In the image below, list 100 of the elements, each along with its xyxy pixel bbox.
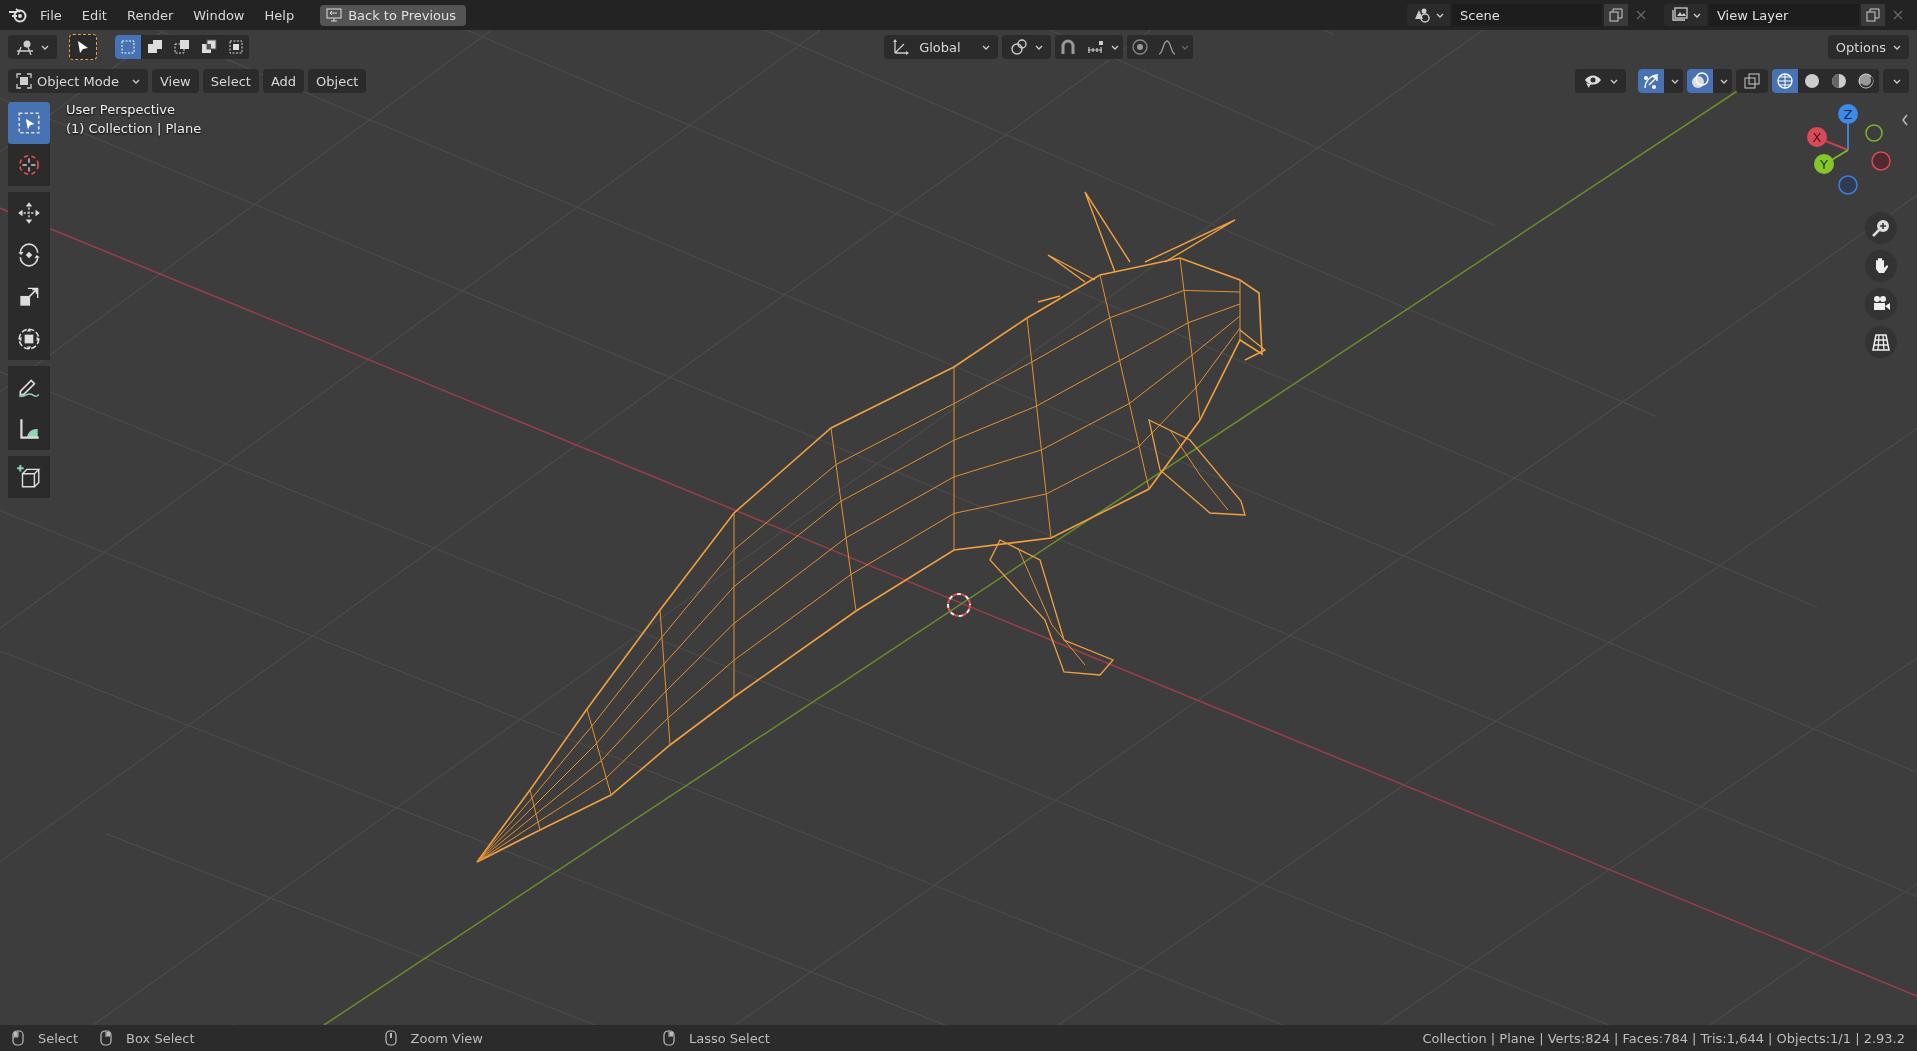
shading-mode-button[interactable] (1772, 69, 1798, 93)
select-box-icon (16, 110, 42, 136)
axis-handle[interactable] (1807, 127, 1849, 151)
chevron-icon (1720, 78, 1728, 84)
copy-button[interactable] (1861, 4, 1885, 26)
copy-icon (1609, 8, 1623, 22)
axes-icon (892, 38, 911, 56)
add-cube-icon (16, 464, 42, 490)
mouse-icon (384, 1030, 397, 1046)
scene-field[interactable]: Scene (1452, 4, 1602, 26)
menu-item[interactable]: File (32, 3, 70, 27)
axis-handle[interactable] (1838, 104, 1858, 151)
menu-item[interactable]: Help (256, 3, 303, 27)
axis-handle[interactable] (1865, 124, 1883, 142)
axis-label: X (1812, 130, 1822, 145)
tool-button[interactable] (8, 456, 50, 498)
x-ray-toggle[interactable] (1736, 69, 1768, 93)
falloff-curve-icon (1157, 38, 1176, 56)
mouse-icon (12, 1030, 24, 1046)
zoom-icon (1871, 218, 1891, 238)
mouse-icon (663, 1030, 675, 1046)
gizmo-icon (1642, 72, 1660, 90)
view-name: User Perspective (66, 102, 177, 117)
axis-handle[interactable] (1814, 149, 1849, 174)
view-layer-selector-button[interactable] (1664, 4, 1707, 26)
snap-target-icon (1085, 38, 1104, 56)
proportional-editing-icon (1130, 38, 1149, 56)
axis-label: Y (1820, 157, 1828, 172)
chevron-icon (1693, 12, 1701, 18)
shading-icon (1857, 72, 1875, 90)
editor-type-button[interactable] (8, 35, 57, 59)
gizmo-toggle[interactable] (1638, 69, 1664, 93)
axis-label: Z (1843, 107, 1853, 122)
cursor-icon (16, 152, 42, 178)
shading-dropdown[interactable] (1883, 69, 1909, 93)
transform-orientation-dropdown[interactable]: Global (884, 35, 998, 59)
selection-mode-icon (119, 38, 137, 56)
layers-icon (1670, 7, 1688, 23)
chevron-icon (1671, 78, 1679, 84)
chevron-icon (1110, 44, 1119, 50)
status-hint: Zoom View (410, 1030, 483, 1046)
selection-mode-icon (146, 38, 164, 56)
selection-mode-icon (173, 38, 191, 56)
options-dropdown[interactable]: Options (1827, 35, 1909, 59)
menu-item[interactable]: Render (118, 3, 182, 27)
tool-button[interactable] (8, 192, 50, 234)
chevron-icon (1893, 78, 1901, 84)
select-tool-button[interactable] (69, 34, 97, 60)
selection-mode-icon (200, 38, 218, 56)
menu-item[interactable]: Object (308, 69, 367, 93)
object-mode-icon (16, 73, 32, 89)
shading-icon (1830, 72, 1848, 90)
copy-button[interactable] (1604, 4, 1628, 26)
close-icon (1893, 10, 1903, 20)
collection-info: (1) Collection | Plane (66, 121, 202, 136)
status-hint: Select (38, 1030, 79, 1046)
chevron-icon (131, 78, 140, 84)
app-logo-icon[interactable] (8, 7, 28, 23)
back-to-previous-button[interactable]: Back to Previous (320, 4, 466, 26)
chevron-icon (41, 44, 49, 50)
menu-item[interactable]: Edit (73, 3, 115, 27)
monitor-icon (326, 8, 343, 22)
status-hint: Box Select (126, 1030, 195, 1046)
copy-icon (1866, 8, 1880, 22)
tool-button[interactable] (8, 366, 50, 408)
tool-button[interactable] (8, 408, 50, 450)
overlays-icon (1691, 72, 1709, 90)
menu-item[interactable]: Select (202, 69, 259, 93)
overlays-toggle[interactable] (1687, 69, 1713, 93)
grid-icon (1871, 332, 1891, 352)
editor-type-icon (16, 39, 34, 55)
move-icon (16, 200, 42, 226)
pivot-icon (1009, 38, 1028, 56)
menu-item[interactable]: View (151, 69, 199, 93)
status-hint: Lasso Select (689, 1030, 770, 1046)
axis-handle[interactable] (1838, 175, 1858, 195)
chevron-icon (1034, 44, 1043, 50)
scene-icon (1413, 7, 1431, 23)
chevron-icon (1610, 78, 1618, 84)
chevron-icon (981, 44, 990, 50)
menu-item[interactable]: Add (262, 69, 305, 93)
pivot-point-dropdown[interactable] (1001, 35, 1051, 59)
menu-item[interactable]: Window (185, 3, 253, 27)
view-layer-field[interactable]: View Layer (1709, 4, 1859, 26)
close-icon (1636, 10, 1646, 20)
chevron-icon (1436, 12, 1444, 18)
selection-mode-icon (227, 38, 245, 56)
x-ray-icon (1744, 73, 1760, 89)
scene-selector-button[interactable] (1407, 4, 1450, 26)
tool-button[interactable] (8, 318, 50, 360)
shading-icon (1803, 72, 1821, 90)
eye-icon (1583, 73, 1603, 89)
pointer-icon (77, 40, 89, 54)
visibility-dropdown[interactable] (1575, 69, 1626, 93)
rotate-icon (16, 242, 42, 268)
mode-dropdown[interactable]: Object Mode (8, 69, 148, 93)
axis-handle[interactable] (1871, 151, 1891, 171)
chevron-icon (1893, 44, 1901, 50)
transform-icon (16, 326, 42, 352)
scene-statistics: Collection | Plane | Verts:824 | Faces:784 | Tris:1,644 | Objects:1/1 | 2.93.2 (1422, 1030, 1905, 1046)
